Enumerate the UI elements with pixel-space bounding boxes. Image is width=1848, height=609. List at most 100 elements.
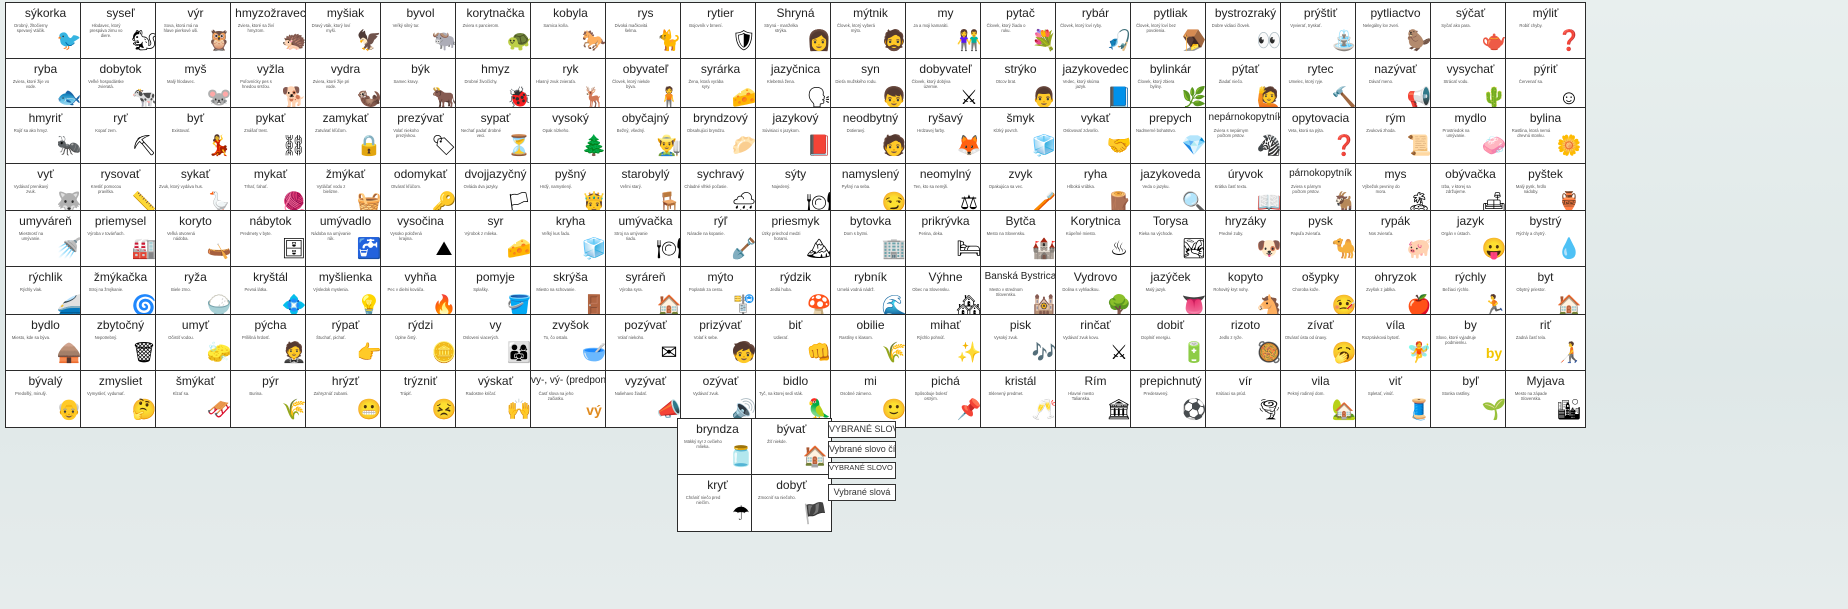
word-card[interactable]: vykať Oslovovať zdvorilo. 🤝 xyxy=(1056,108,1135,164)
word-card[interactable]: umyváreň Miestnosť na umývanie. 🚿 xyxy=(6,211,85,267)
word-card[interactable]: zamykať Zatvárať kľúčom. 🔒 xyxy=(306,108,385,164)
word-card[interactable]: pytliak Človek, ktorý loví bez povolenia.… xyxy=(1131,3,1210,59)
word-card[interactable]: dobyť Zmocniť sa niečoho. 🏴 xyxy=(752,475,831,531)
word-card[interactable]: hmyriť Rojiť sa ako hmyz. 🐜 xyxy=(6,108,85,164)
word-card[interactable]: pýcha Prílišná hrdosť. 🤵 xyxy=(231,315,310,371)
word-card[interactable]: pytač Človek, ktorý žiada o ruku. 💐 xyxy=(981,3,1060,59)
word-card[interactable]: rýľ Náradie na kopanie. 🪏 xyxy=(681,211,760,267)
word-card[interactable]: zbytočný Nepotrebný. 🗑 xyxy=(81,315,160,371)
word-card[interactable]: nepárnokopytník Zviera s nepárnym počtom … xyxy=(1206,108,1285,164)
label-tag[interactable]: Vybrané slová xyxy=(828,484,896,501)
word-card[interactable]: vyzývať Naliehavo žiadať. 📣 xyxy=(606,371,685,427)
word-card[interactable]: sýkorka Drobný, žltočierny spevavý vtáčik… xyxy=(6,3,85,59)
word-card[interactable]: bryndzový Obsahujúci bryndzu. 🥟 xyxy=(681,108,760,164)
word-card[interactable]: myšiak Dravý vták, ktorý loví myši. 🦅 xyxy=(306,3,385,59)
word-card[interactable]: syr Výrobok z mlieka. 🧀 xyxy=(456,211,535,267)
word-card[interactable]: bývať Žiť niekde. 🏠 xyxy=(752,419,831,475)
word-card[interactable]: pýr Burina. 🌾 xyxy=(231,371,310,427)
word-card[interactable]: zmysliet Vymyslieť, vydumať. 🤔 xyxy=(81,371,160,427)
word-card[interactable]: mi Osobné zámeno. 🙂 xyxy=(831,371,910,427)
word-card[interactable]: viť Spletať, vinúť. 🧵 xyxy=(1356,371,1435,427)
word-card[interactable]: ryšavý Hrdzavej farby. 🦊 xyxy=(906,108,985,164)
label-tag[interactable]: VYBRANÉ SLOVÁ xyxy=(828,421,896,438)
word-card[interactable]: koryto Veľká otvorená nádoba. 🛶 xyxy=(156,211,235,267)
word-card[interactable]: bryndza Mäkký syr z ovčieho mlieka. 🫙 xyxy=(678,419,757,475)
word-card[interactable]: rým Zvuková zhoda. 📜 xyxy=(1356,108,1435,164)
word-card[interactable]: riť Zadná časť tela. 🧑‍🦯 xyxy=(1506,315,1585,371)
word-card[interactable]: vila Pekný rodinný dom. 🏡 xyxy=(1281,371,1360,427)
word-card[interactable]: rýpať Štuchať, pichať. 👉 xyxy=(306,315,385,371)
word-card[interactable]: prikrývka Perina, deka. 🛏 xyxy=(906,211,985,267)
word-card[interactable]: prepych Nadmerné bohatstvo. 💎 xyxy=(1131,108,1210,164)
word-card[interactable]: bydlo Miesto, kde sa býva. 🛖 xyxy=(6,315,85,371)
word-card[interactable]: hrýzť Zahryznúť zubami. 😬 xyxy=(306,371,385,427)
word-card[interactable]: šmýkať Kĺzať sa. 🛷 xyxy=(156,371,235,427)
word-card[interactable]: bystrozraký Dobre vidiaci človek. 👀 xyxy=(1206,3,1285,59)
word-card[interactable]: rytier Bojovník v brnení. 🛡 xyxy=(681,3,760,59)
word-card[interactable]: syseľ Hlodavec, ktorý prespáva zimu vo di… xyxy=(81,3,160,59)
word-card[interactable]: vy-, vý- (predpona) Časť slova na jeho za… xyxy=(531,371,610,427)
word-card[interactable]: umyť Očistiť vodou. 🧽 xyxy=(156,315,235,371)
word-card[interactable]: prizývať Volať k sebe. 🧒 xyxy=(681,315,760,371)
word-card[interactable]: rýdzi Úplne čistý. 🪙 xyxy=(381,315,460,371)
word-card[interactable]: Shryná Stryná - manželka strýka. 👩 xyxy=(756,3,835,59)
word-card[interactable]: byľ Stonka rastliny. 🌱 xyxy=(1431,371,1510,427)
word-card[interactable]: rypák Nos zvieraťa. 🐖 xyxy=(1356,211,1435,267)
word-card[interactable]: vy Osloveni viacerých. 👨‍👩‍👧 xyxy=(456,315,535,371)
word-card[interactable]: neodbytný Dotieravý. 🧑 xyxy=(831,108,910,164)
word-card[interactable]: šmyk Klzký povrch. 🧊 xyxy=(981,108,1060,164)
word-card[interactable]: pysk Papuľa zvieraťa. 🐪 xyxy=(1281,211,1360,267)
word-card[interactable]: Bytča Mesto na Slovensku. 🏰 xyxy=(981,211,1060,267)
word-card[interactable]: bytovka Dom s bytmi. 🏢 xyxy=(831,211,910,267)
word-card[interactable]: Torysa Rieka na východe. 🏞 xyxy=(1131,211,1210,267)
word-card[interactable]: Myjava Mesto na západe Slovenska. 🏙 xyxy=(1506,371,1585,427)
word-card[interactable]: mihať Rýchlo pohnúť. ✨ xyxy=(906,315,985,371)
word-card[interactable]: umývadlo Nádoba na umývanie rúk. 🚰 xyxy=(306,211,385,267)
word-card[interactable]: bystrý Rýchly a chytrý. 💧 xyxy=(1506,211,1585,267)
word-card[interactable]: výr Sova, ktorá má na hlave pierkové uši.… xyxy=(156,3,235,59)
word-card[interactable]: pytliactvo Nelegálny lov zveri. 🦫 xyxy=(1356,3,1435,59)
word-card[interactable]: dobiť Doplniť energiu. 🔋 xyxy=(1131,315,1210,371)
word-card[interactable]: obilie Rastliny s klasom. 🌾 xyxy=(831,315,910,371)
word-card[interactable]: zvyšok To, čo ostalo. 🥣 xyxy=(531,315,610,371)
word-card[interactable]: prýštiť Vyvierať, tryskať. ⛲ xyxy=(1281,3,1360,59)
word-card[interactable]: priesmyk Úzky priechod medzi horami. 🏔 xyxy=(756,211,835,267)
word-card[interactable]: rizoto Jedlo z ryže. 🥘 xyxy=(1206,315,1285,371)
word-card[interactable]: vysočina Vysoko položená krajina. ⛰ xyxy=(381,211,460,267)
word-card[interactable]: pozývať Volať niekoho. ✉ xyxy=(606,315,685,371)
word-card[interactable]: biť Udierať. 👊 xyxy=(756,315,835,371)
word-card[interactable]: trýzniť Trápiť. 😣 xyxy=(381,371,460,427)
word-card[interactable]: sýčať Syčať ako para. 🫖 xyxy=(1431,3,1510,59)
word-card[interactable]: bývalý Predošlý, minulý. 👴 xyxy=(6,371,85,427)
word-card[interactable]: umývačka Stroj na umývanie riadu. 🍽 xyxy=(606,211,685,267)
word-card[interactable]: byť Existovať. 💃 xyxy=(156,108,235,164)
word-card[interactable]: kristál Sklenený predmet. 🥂 xyxy=(981,371,1060,427)
word-card[interactable]: obyčajný Bežný, všedný. 👨‍🌾 xyxy=(606,108,685,164)
word-card[interactable]: mýtnik Človek, ktorý vyberá mýto. 🧔 xyxy=(831,3,910,59)
word-card[interactable]: rybár Človek, ktorý loví ryby. 🎣 xyxy=(1056,3,1135,59)
word-card[interactable]: hmyzožravec Zviera, ktoré sa živí hmyzom.… xyxy=(231,3,310,59)
word-card[interactable]: pykať Znášať trest. ⛓ xyxy=(231,108,310,164)
word-card[interactable]: vír Krútiaci sa prúd. 🌪 xyxy=(1206,371,1285,427)
word-card[interactable]: pichá Spôsobuje bolesť ostrým. 📌 xyxy=(906,371,985,427)
word-card[interactable]: vysoký Opak nízkeho. 🌲 xyxy=(531,108,610,164)
word-card[interactable]: výskať Radostne kričať. 🙌 xyxy=(456,371,535,427)
word-card[interactable]: rys Divoká mačkovitá šelma. 🐈 xyxy=(606,3,685,59)
word-card[interactable]: rinčať Vydávať zvuk kovu. ⚔ xyxy=(1056,315,1135,371)
word-card[interactable]: byvol Veľký silný tur. 🐃 xyxy=(381,3,460,59)
word-card[interactable]: mýliť Robiť chyby. ❓ xyxy=(1506,3,1585,59)
word-card[interactable]: mydlo Prostriedok na umývanie. 🧼 xyxy=(1431,108,1510,164)
word-card[interactable]: Korytnica Kúpeľné miesto. ♨ xyxy=(1056,211,1135,267)
word-card[interactable]: jazykový Súvisiaci s jazykom. 📕 xyxy=(756,108,835,164)
word-card[interactable]: nábytok Predmety v byte. 🗄 xyxy=(231,211,310,267)
word-card[interactable]: opytovacia Veta, ktorá sa pýta. ❓ xyxy=(1281,108,1360,164)
word-card[interactable]: víla Rozprávková bytosť. 🧚 xyxy=(1356,315,1435,371)
word-card[interactable]: ryť Kopať zem. ⛏ xyxy=(81,108,160,164)
label-tag[interactable]: VYBRANÉ SLOVO číta xyxy=(828,462,896,479)
word-card[interactable]: pisk Vysoký zvuk. 🎶 xyxy=(981,315,1060,371)
word-card[interactable]: prepichnutý Prederavený. ⚽ xyxy=(1131,371,1210,427)
word-card[interactable]: Rím Hlavné mesto Talianska. 🏛 xyxy=(1056,371,1135,427)
word-card[interactable]: prezývať Volať niekoho prezývkou. 🏷 xyxy=(381,108,460,164)
word-card[interactable]: bylina Rastlina, ktorá nemá drevnú stonku… xyxy=(1506,108,1585,164)
word-card[interactable]: hryzáky Predné zuby. 🐶 xyxy=(1206,211,1285,267)
